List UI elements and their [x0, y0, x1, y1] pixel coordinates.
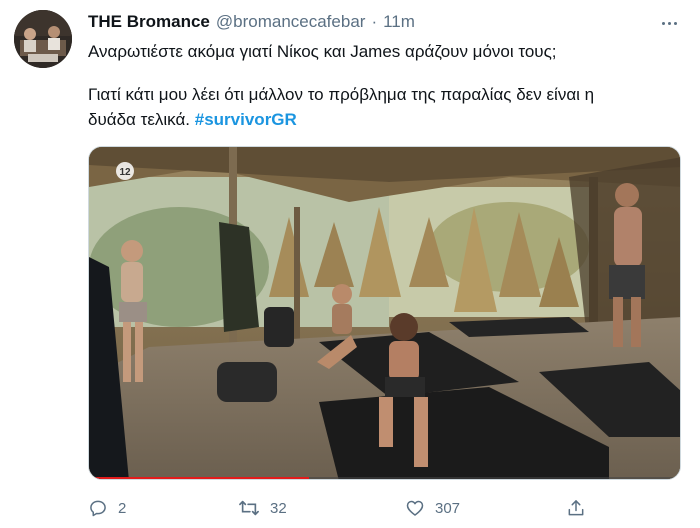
- like-button[interactable]: 307: [405, 494, 460, 522]
- tweet-text-line-3-body: δυάδα τελικά.: [88, 110, 191, 129]
- share-icon: [568, 500, 584, 516]
- channel-logo: 12: [119, 167, 131, 178]
- hashtag-link[interactable]: #survivorGR: [195, 110, 297, 129]
- heart-icon: [406, 500, 424, 516]
- tweet-text-line-3: δυάδα τελικά. #survivorGR: [88, 107, 683, 132]
- tweet[interactable]: THE Bromance @bromancecafebar · 11m Αναρ…: [0, 0, 700, 528]
- tweet-actions: 2 32 307: [88, 494, 588, 522]
- avatar-image: [14, 10, 72, 68]
- media-scene: 12: [89, 147, 680, 479]
- more-options-button[interactable]: [658, 12, 680, 34]
- author-name[interactable]: THE Bromance: [88, 12, 210, 32]
- tweet-header: THE Bromance @bromancecafebar · 11m: [88, 12, 415, 36]
- reply-count: 2: [118, 499, 127, 517]
- tweet-text-line-2: Γιατί κάτι μου λέει ότι μάλλον το πρόβλη…: [88, 85, 595, 104]
- reply-icon: [90, 500, 106, 517]
- like-count: 307: [435, 499, 461, 517]
- reply-button[interactable]: 2: [88, 494, 126, 522]
- author-handle[interactable]: @bromancecafebar: [216, 12, 366, 32]
- tweet-text-line-1: Αναρωτιέστε ακόμα γιατί Νίκος και James …: [88, 42, 557, 61]
- retweet-count: 32: [270, 499, 287, 517]
- retweet-icon: [239, 500, 259, 516]
- avatar[interactable]: [14, 10, 72, 68]
- share-button[interactable]: [566, 494, 586, 522]
- separator-dot: ·: [371, 12, 378, 31]
- media-image[interactable]: 12: [88, 146, 681, 480]
- more-horizontal-icon: [660, 21, 678, 25]
- retweet-button[interactable]: 32: [238, 494, 287, 522]
- tweet-time[interactable]: 11m: [383, 12, 415, 32]
